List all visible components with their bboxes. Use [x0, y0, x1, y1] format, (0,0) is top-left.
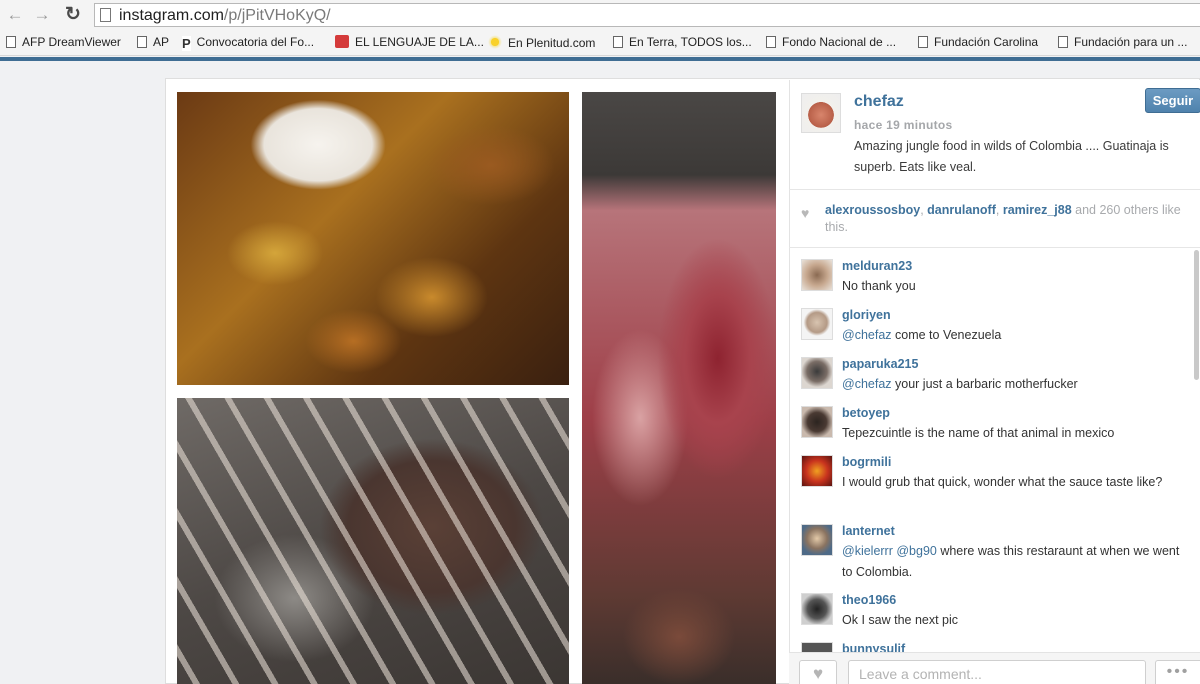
comment-body: No thank you [842, 279, 916, 293]
red-logo-icon [335, 35, 349, 48]
bookmark-label: Fundación Carolina [934, 35, 1039, 49]
comment-username[interactable]: gloriyen [842, 308, 891, 322]
comments-scrollbar[interactable] [1194, 250, 1199, 380]
comment-body: I would grub that quick, wonder what the… [842, 475, 1163, 489]
likes-summary: alexroussosboy, danrulanoff, ramirez_j88… [825, 202, 1185, 236]
comment-body: your just a barbaric motherfucker [891, 377, 1078, 391]
bookmark-fundacion-para[interactable]: Fundación para un ... [1058, 35, 1187, 49]
comment-text: @kielerrr @bg90 where was this restaraun… [842, 541, 1192, 583]
avatar[interactable] [801, 93, 841, 133]
comment-username[interactable]: betoyep [842, 406, 890, 420]
bookmark-en-terra[interactable]: En Terra, TODOS los... [613, 35, 752, 49]
bookmark-fundacion-carolina[interactable]: Fundación Carolina [918, 35, 1038, 49]
bookmark-en-plenitud[interactable]: En Plenitud.com [488, 35, 595, 50]
avatar[interactable] [801, 406, 833, 438]
page-icon [766, 36, 776, 48]
owner-username[interactable]: chefaz [854, 93, 904, 111]
divider [789, 189, 1200, 190]
comment-body: Tepezcuintle is the name of that animal … [842, 426, 1115, 440]
post-photo-food[interactable] [177, 92, 569, 385]
comment-mention[interactable]: @chefaz [842, 377, 892, 391]
like-button[interactable]: ♥ [799, 660, 837, 684]
avatar[interactable] [801, 593, 833, 625]
avatar[interactable] [801, 642, 833, 652]
bookmark-convocatoria[interactable]: P Convocatoria del Fo... [182, 35, 314, 51]
comment-username[interactable]: theo1966 [842, 593, 896, 607]
bookmark-label: En Plenitud.com [508, 36, 596, 50]
page-icon [613, 36, 623, 48]
page-icon [100, 8, 111, 22]
avatar[interactable] [801, 455, 833, 487]
page-icon [1058, 36, 1068, 48]
page-icon [137, 36, 147, 48]
url-host: instagram.com [119, 7, 224, 24]
comment-mention[interactable]: @kielerrr @bg90 [842, 544, 937, 558]
comment-username[interactable]: paparuka215 [842, 357, 918, 371]
avatar[interactable] [801, 259, 833, 291]
comment-mention[interactable]: @chefaz [842, 328, 892, 342]
reload-icon[interactable]: ↻ [62, 4, 84, 26]
bookmark-label: AP [153, 35, 170, 49]
bookmarks-bar: AFP DreamViewer AP P Convocatoria del Fo.… [0, 30, 1200, 56]
comment-input[interactable] [848, 660, 1146, 684]
bookmark-el-lenguaje[interactable]: EL LENGUAJE DE LA... [335, 35, 484, 49]
page-icon [6, 36, 16, 48]
comment-text: No thank you [842, 276, 1192, 297]
site-header-bar [0, 57, 1200, 61]
page-icon [918, 36, 928, 48]
bookmark-label: EL LENGUAJE DE LA... [355, 35, 484, 49]
divider [789, 247, 1200, 248]
liker-link[interactable]: alexroussosboy [825, 203, 920, 217]
avatar[interactable] [801, 357, 833, 389]
heart-icon: ♥ [801, 205, 810, 221]
likes-separator: , [995, 203, 1003, 217]
comment-text: @chefaz come to Venezuela [842, 325, 1192, 346]
comment-text: Tepezcuintle is the name of that animal … [842, 423, 1192, 444]
post-photo-animal[interactable] [177, 398, 569, 684]
sun-icon [488, 35, 502, 49]
heart-icon: ♥ [812, 664, 824, 683]
bookmark-label: Convocatoria del Fo... [196, 35, 315, 49]
follow-button[interactable]: Seguir [1145, 88, 1200, 113]
avatar[interactable] [801, 308, 833, 340]
bookmark-label: Fundación para un ... [1074, 35, 1188, 49]
url-text[interactable]: instagram.com/p/jPitVHoKyQ/ [119, 7, 331, 25]
comment-username[interactable]: bunnysulif [842, 642, 905, 652]
comment-username[interactable]: bogrmili [842, 455, 891, 469]
bookmark-fondo-nacional[interactable]: Fondo Nacional de ... [766, 35, 896, 49]
comment-username[interactable]: lanternet [842, 524, 895, 538]
browser-toolbar: ← → ↻ instagram.com/p/jPitVHoKyQ/ [0, 0, 1200, 30]
post-caption: Amazing jungle food in wilds of Colombia… [854, 139, 1169, 174]
p-logo-icon: P [182, 36, 191, 51]
avatar[interactable] [801, 524, 833, 556]
address-bar[interactable]: instagram.com/p/jPitVHoKyQ/ [94, 3, 1200, 27]
url-path: /p/jPitVHoKyQ/ [223, 7, 331, 24]
comment-body: Ok I saw the next pic [842, 613, 959, 627]
comment-item: bunnysulif [801, 642, 1196, 652]
comment-text: @chefaz your just a barbaric motherfucke… [842, 374, 1192, 395]
bookmark-label: Fondo Nacional de ... [782, 35, 897, 49]
bookmark-label: AFP DreamViewer [22, 35, 121, 49]
forward-arrow-icon[interactable]: → [31, 4, 53, 26]
bookmark-ap[interactable]: AP [137, 35, 169, 49]
post-photo-meat[interactable] [582, 92, 776, 684]
liker-link[interactable]: danrulanoff [927, 203, 996, 217]
bookmark-label: En Terra, TODOS los... [629, 35, 752, 49]
comment-username[interactable]: melduran23 [842, 259, 912, 273]
liker-link[interactable]: ramirez_j88 [1003, 203, 1072, 217]
more-options-button[interactable]: ••• [1155, 660, 1200, 684]
comment-text: Ok I saw the next pic [842, 610, 1192, 631]
back-arrow-icon[interactable]: ← [4, 4, 26, 26]
comment-text: I would grub that quick, wonder what the… [842, 472, 1192, 493]
post-timestamp[interactable]: hace 19 minutos [854, 118, 953, 132]
comment-body: come to Venezuela [891, 328, 1002, 342]
bookmark-afp-dreamviewer[interactable]: AFP DreamViewer [6, 35, 121, 49]
